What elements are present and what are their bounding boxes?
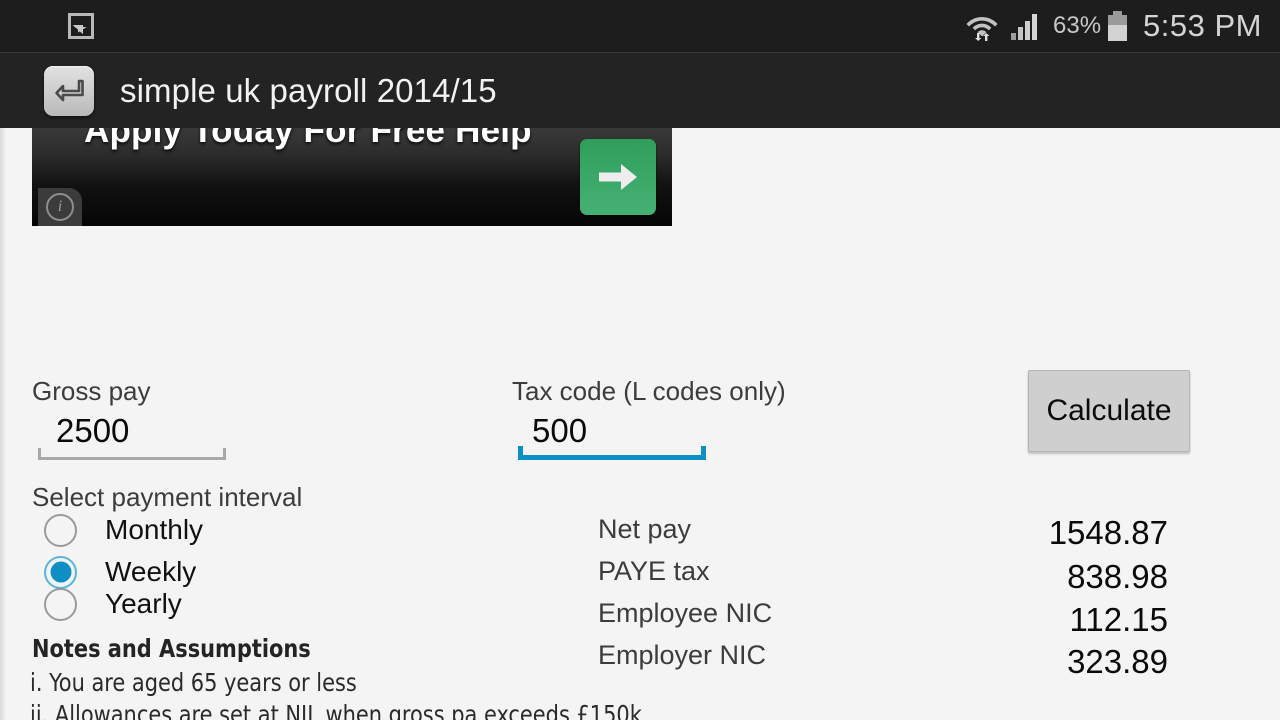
gross-pay-input[interactable]: 2500 [56,412,129,450]
image-notification-icon [68,13,94,39]
status-bar-system-icons: 63% 5:53 PM [965,8,1280,44]
notes-title: Notes and Assumptions [32,634,311,663]
battery-percent-label: 63% [1053,12,1102,39]
payment-interval-label: Select payment interval [32,482,303,512]
cellular-signal-icon [1011,12,1041,40]
radio-button-icon[interactable] [44,587,77,621]
ad-info-badge[interactable]: i [38,188,82,226]
tax-code-input[interactable]: 500 [532,412,587,450]
radio-label-monthly: Monthly [105,514,204,545]
result-label-net-pay: Net pay [598,514,692,544]
result-value-employer-nic: 323.89 [1067,643,1168,680]
status-bar: 63% 5:53 PM [0,0,1280,52]
arrow-right-icon [599,164,637,190]
result-value-net-pay: 1548.87 [1048,514,1168,551]
info-icon: i [46,193,74,221]
gross-pay-underline [38,448,226,460]
result-label-employee-nic: Employee NIC [598,598,773,628]
tax-code-underline-focused [518,446,706,460]
note-line: i. You are aged 65 years or less [30,668,357,697]
app-content: Apply Today For Free Help i Gross pay 25… [0,128,1280,720]
note-line: ii. Allowances are set at NIL when gross… [30,700,642,720]
result-value-employee-nic: 112.15 [1069,601,1168,638]
status-bar-clock: 5:53 PM [1143,8,1262,43]
radio-option-monthly[interactable]: Monthly [44,510,203,550]
result-value-paye-tax: 838.98 [1067,558,1168,595]
result-label-employer-nic: Employer NIC [598,640,767,670]
status-bar-notifications [0,13,94,39]
wifi-icon [965,11,999,41]
left-edge-shadow [0,128,7,720]
action-bar: simple uk payroll 2014/15 [0,52,1280,128]
android-app-screen: 63% 5:53 PM simple uk payroll 2014/15 Ap… [0,0,1280,720]
calculate-button[interactable]: Calculate [1028,370,1190,452]
app-home-return-icon[interactable] [44,65,94,116]
radio-option-yearly[interactable]: Yearly [44,584,182,624]
radio-label-yearly: Yearly [105,588,182,619]
tax-code-label: Tax code (L codes only) [512,376,786,406]
app-title: simple uk payroll 2014/15 [120,71,497,109]
ad-banner[interactable]: Apply Today For Free Help i [32,128,672,226]
ad-cta-arrow-button[interactable] [580,139,656,215]
ad-headline: Apply Today For Free Help [84,128,532,150]
result-label-paye-tax: PAYE tax [598,556,710,586]
gross-pay-label: Gross pay [32,376,151,406]
battery-icon [1108,11,1128,41]
radio-button-icon[interactable] [44,513,77,547]
